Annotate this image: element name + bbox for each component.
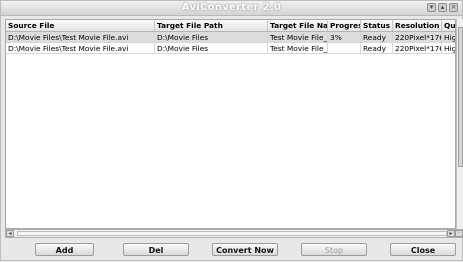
- target-name-cell[interactable]: Test Movie File_: [268, 43, 328, 54]
- vertical-scrollbar[interactable]: [456, 19, 463, 229]
- collapse-icon[interactable]: ▾: [427, 3, 436, 12]
- resolution-cell[interactable]: 220Pixel*176: [393, 43, 442, 54]
- vertical-scroll-thumb[interactable]: [458, 27, 463, 167]
- resolution-cell[interactable]: 220Pixel*176: [393, 32, 442, 43]
- source-file-cell: D:\Movie Files\Test Movie File.avi: [6, 43, 155, 54]
- table-row[interactable]: D:\Movie Files\Test Movie File.avi D:\Mo…: [6, 32, 455, 43]
- minimize-icon[interactable]: ▴: [438, 3, 447, 12]
- title-bar[interactable]: AviConverter 2.0 ▾ ▴ ×: [1, 1, 462, 16]
- column-header-resolution[interactable]: Resolution: [393, 20, 442, 31]
- status-cell: Ready: [361, 43, 393, 54]
- scroll-right-icon[interactable]: ▸: [447, 230, 455, 237]
- target-path-cell: D:\Movie Files: [155, 43, 268, 54]
- scroll-left-icon[interactable]: ◂: [6, 230, 14, 237]
- window-controls: ▾ ▴ ×: [427, 3, 458, 12]
- column-header-source-file[interactable]: Source File: [6, 20, 155, 31]
- status-cell: Ready: [361, 32, 393, 43]
- button-bar: Add Del Convert Now Stop Close: [1, 239, 463, 262]
- window-title: AviConverter 2.0: [181, 2, 282, 13]
- horizontal-scroll-thumb[interactable]: [17, 231, 447, 236]
- table-row[interactable]: D:\Movie Files\Test Movie File.avi D:\Mo…: [6, 43, 455, 54]
- source-file-cell: D:\Movie Files\Test Movie File.avi: [6, 32, 155, 43]
- target-name-cell[interactable]: Test Movie File_: [268, 32, 328, 43]
- column-header-status[interactable]: Status: [361, 20, 393, 31]
- column-header-progress[interactable]: Progress: [328, 20, 361, 31]
- close-button[interactable]: Close: [390, 243, 456, 256]
- table-header: Source File Target File Path Target File…: [6, 20, 455, 32]
- quality-cell[interactable]: High: [442, 32, 455, 43]
- app-window: AviConverter 2.0 ▾ ▴ × Source File Targe…: [0, 0, 463, 261]
- progress-cell: [328, 43, 361, 54]
- column-header-target-file-path[interactable]: Target File Path: [155, 20, 268, 31]
- column-header-target-file-name[interactable]: Target File Name: [268, 20, 328, 31]
- horizontal-scrollbar[interactable]: ◂ ▸ ·: [5, 229, 463, 238]
- del-button[interactable]: Del: [123, 243, 189, 256]
- quality-cell[interactable]: High: [442, 43, 455, 54]
- conversion-table: Source File Target File Path Target File…: [5, 19, 456, 229]
- stop-button[interactable]: Stop: [301, 243, 367, 256]
- resize-grip-icon[interactable]: ·: [455, 230, 463, 237]
- convert-now-button[interactable]: Convert Now: [212, 243, 278, 256]
- target-path-cell: D:\Movie Files: [155, 32, 268, 43]
- progress-cell: 3%: [328, 32, 361, 43]
- column-header-quality[interactable]: Qual: [442, 20, 455, 31]
- close-icon[interactable]: ×: [449, 3, 458, 12]
- add-button[interactable]: Add: [35, 243, 94, 256]
